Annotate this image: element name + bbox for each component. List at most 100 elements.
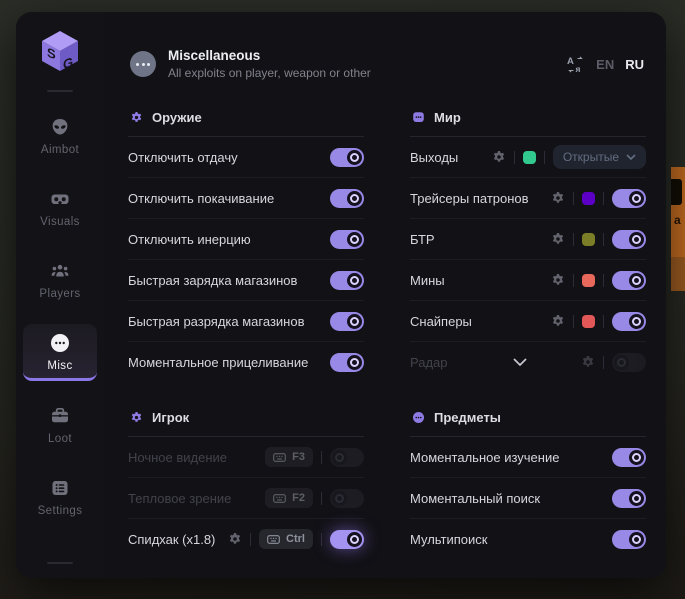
toggle-on[interactable] — [330, 148, 364, 167]
toggle-on[interactable] — [330, 530, 364, 549]
sections-grid: Оружие Отключить отдачу Отключить покачи… — [128, 106, 646, 559]
feature-row: Отключить покачивание — [128, 177, 364, 218]
toggle-on[interactable] — [330, 312, 364, 331]
section-player-header: Игрок — [128, 406, 364, 437]
exits-dropdown[interactable]: Открытые — [553, 145, 646, 169]
toggle-on[interactable] — [330, 189, 364, 208]
gear-icon[interactable] — [228, 532, 242, 546]
game-logo-fragment — [671, 179, 682, 205]
feature-row: Выходы Открытые — [410, 137, 646, 177]
color-swatch[interactable] — [523, 151, 536, 164]
ellipsis-circle-icon — [412, 411, 425, 424]
toggle-on[interactable] — [612, 312, 646, 331]
language-en-button[interactable]: EN — [596, 57, 614, 72]
section-world: Мир Выходы Открытые — [410, 106, 646, 382]
alien-icon — [50, 117, 70, 137]
toggle-on[interactable] — [612, 271, 646, 290]
page-title: Miscellaneous — [168, 48, 371, 63]
feature-row: Быстрая зарядка магазинов — [128, 259, 364, 300]
chevron-down-icon — [626, 154, 636, 160]
feature-label: Отключить инерцию — [128, 232, 330, 247]
sidebar-divider-bottom — [47, 562, 73, 564]
gear-icon[interactable] — [551, 314, 565, 328]
section-world-header: Мир — [410, 106, 646, 137]
ellipsis-circle-icon — [130, 51, 156, 77]
feature-label: Мины — [410, 273, 551, 288]
feature-label: Отключить отдачу — [128, 150, 330, 165]
sidebar-nav: Aimbot Visuals Players Misc — [16, 108, 104, 525]
toggle-on[interactable] — [612, 530, 646, 549]
sidebar-divider-top — [47, 90, 73, 92]
background-game-sliver: a — [671, 167, 685, 291]
page-header: Miscellaneous All exploits on player, we… — [128, 12, 646, 92]
chevron-down-icon[interactable] — [513, 358, 527, 366]
feature-row: Отключить инерцию — [128, 218, 364, 259]
section-items: Предметы Моментальное изучение Моменталь… — [410, 406, 646, 559]
vr-goggles-icon — [50, 189, 70, 209]
gear-icon[interactable] — [551, 232, 565, 246]
sidebar-item-visuals[interactable]: Visuals — [23, 180, 97, 236]
dropdown-value: Открытые — [563, 150, 619, 164]
sidebar-item-label: Visuals — [40, 216, 80, 228]
feature-label: БТР — [410, 232, 551, 247]
briefcase-icon — [50, 406, 70, 426]
feature-row: Мины — [410, 259, 646, 300]
section-title: Предметы — [434, 410, 501, 425]
feature-label: Мультипоиск — [410, 532, 612, 547]
toggle-on[interactable] — [330, 271, 364, 290]
sidebar-item-misc[interactable]: Misc — [23, 324, 97, 381]
feature-row: Тепловое зрение F2 — [128, 477, 364, 518]
sidebar-item-label: Settings — [38, 505, 83, 517]
color-swatch[interactable] — [582, 315, 595, 328]
gear-icon[interactable] — [551, 191, 565, 205]
feature-label: Быстрая зарядка магазинов — [128, 273, 330, 288]
svg-text:S: S — [47, 45, 56, 62]
feature-label: Моментальное прицеливание — [128, 355, 330, 370]
feature-row: Моментальное изучение — [410, 437, 646, 477]
section-items-header: Предметы — [410, 406, 646, 437]
toggle-on[interactable] — [612, 230, 646, 249]
list-icon — [50, 478, 70, 498]
toggle-on[interactable] — [330, 230, 364, 249]
gear-icon[interactable] — [551, 273, 565, 287]
hotkey-badge[interactable]: F3 — [265, 447, 313, 467]
sidebar-item-players[interactable]: Players — [23, 252, 97, 308]
feature-row: Ночное видение F3 — [128, 437, 364, 477]
language-ru-button[interactable]: RU — [625, 57, 644, 72]
toggle-on[interactable] — [612, 489, 646, 508]
hotkey-badge[interactable]: F2 — [265, 488, 313, 508]
feature-label: Трейсеры патронов — [410, 191, 551, 206]
chat-square-icon — [412, 111, 425, 124]
color-swatch[interactable] — [582, 233, 595, 246]
gear-icon — [130, 111, 143, 124]
toggle-on[interactable] — [612, 448, 646, 467]
color-swatch[interactable] — [582, 274, 595, 287]
game-text-fragment: a — [674, 213, 681, 227]
toggle-off[interactable] — [612, 353, 646, 372]
toggle-on[interactable] — [612, 189, 646, 208]
svg-text:A: A — [567, 56, 574, 67]
sidebar-item-settings[interactable]: Settings — [23, 469, 97, 525]
feature-row: Мультипоиск — [410, 518, 646, 559]
toggle-off[interactable] — [330, 489, 364, 508]
ellipsis-circle-icon — [49, 333, 71, 353]
toggle-on[interactable] — [330, 353, 364, 372]
feature-label: Моментальное изучение — [410, 450, 612, 465]
gear-icon[interactable] — [492, 150, 506, 164]
translate-icon[interactable]: Aя — [566, 55, 585, 74]
feature-row: Спидхак (x1.8) Ctrl — [128, 518, 364, 559]
hotkey-label: F3 — [292, 451, 305, 463]
sidebar-item-aimbot[interactable]: Aimbot — [23, 108, 97, 164]
hotkey-badge[interactable]: Ctrl — [259, 529, 313, 549]
players-icon — [50, 261, 70, 281]
feature-row: Радар — [410, 341, 646, 382]
color-swatch[interactable] — [582, 192, 595, 205]
section-player: Игрок Ночное видение F3 Тепловое зрение — [128, 406, 364, 559]
feature-row: Быстрая разрядка магазинов — [128, 300, 364, 341]
toggle-off[interactable] — [330, 448, 364, 467]
svg-text:я: я — [576, 64, 581, 74]
feature-label: Тепловое зрение — [128, 491, 265, 506]
gear-icon[interactable] — [581, 355, 595, 369]
sidebar-item-loot[interactable]: Loot — [23, 397, 97, 453]
section-weapon: Оружие Отключить отдачу Отключить покачи… — [128, 106, 364, 382]
